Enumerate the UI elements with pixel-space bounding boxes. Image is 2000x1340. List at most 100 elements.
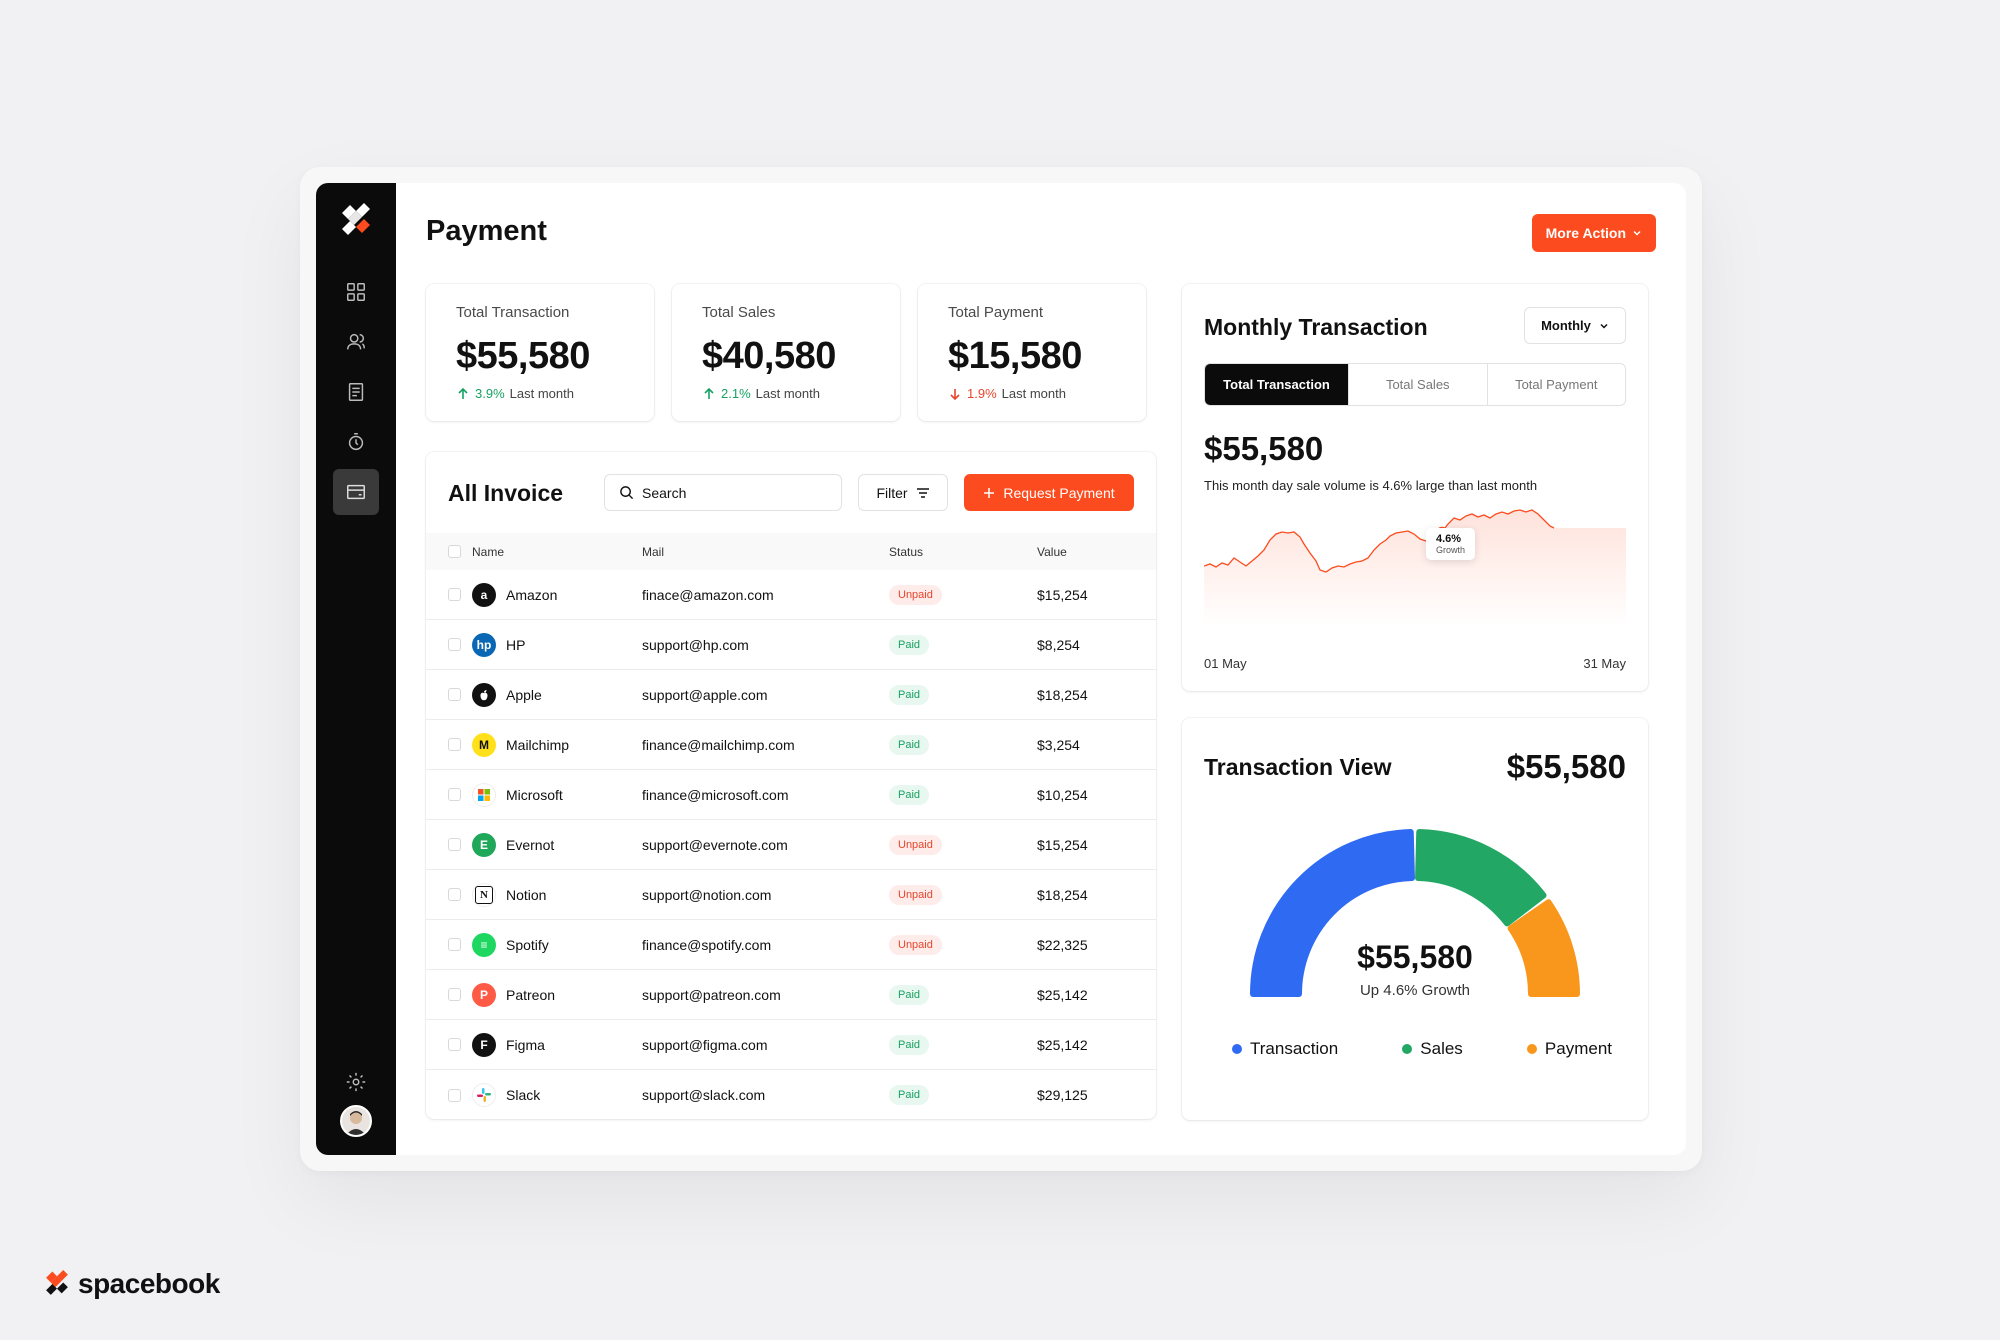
row-checkbox[interactable] [448, 838, 461, 851]
more-action-button[interactable]: More Action [1531, 214, 1656, 252]
company-cell: Slack [472, 1083, 642, 1107]
column-header-value[interactable]: Value [1037, 545, 1147, 559]
column-header-status[interactable]: Status [889, 545, 1037, 559]
legend-dot [1402, 1044, 1413, 1054]
mail-cell: support@hp.com [642, 636, 749, 653]
mailchimp-icon: M [472, 732, 496, 757]
stat-change-period: Last month [755, 386, 820, 401]
tab-total-transaction[interactable]: Total Transaction [1205, 364, 1349, 405]
filter-button[interactable]: Filter [858, 474, 948, 511]
spacebook-logo-icon [46, 1270, 68, 1295]
row-checkbox[interactable] [448, 1088, 461, 1102]
stat-label: Total Sales [702, 304, 776, 321]
tooltip-value: 4.6% [1436, 533, 1462, 545]
status-badge: Paid [889, 1085, 930, 1105]
tab-total-sales[interactable]: Total Sales [1349, 364, 1488, 405]
page-title: Payment [426, 215, 547, 247]
mail-cell: support@patreon.com [642, 986, 781, 1003]
settings-gear-icon[interactable] [345, 1071, 367, 1093]
status-badge: Unpaid [889, 584, 942, 605]
slack-icon [472, 1083, 496, 1107]
row-checkbox[interactable] [448, 888, 461, 901]
table-row[interactable]: E Evernot support@evernote.com Unpaid $15,25… [426, 820, 1156, 870]
table-row[interactable]: M Mailchimp finance@mailchimp.com Paid $3,25… [426, 720, 1156, 770]
legend-label: Transaction [1250, 1039, 1339, 1058]
transaction-view-card: Transaction View $55,580 $55,580 Up 4.6%… [1182, 718, 1648, 1120]
period-select[interactable]: Monthly [1524, 307, 1626, 344]
value-cell: $29,125 [1037, 1087, 1088, 1103]
mail-cell: finance@spotify.com [642, 936, 772, 953]
row-checkbox[interactable] [448, 988, 461, 1001]
mail-cell: finace@amazon.com [642, 586, 774, 603]
company-cell: E Evernot [472, 832, 642, 857]
status-badge: Unpaid [889, 934, 942, 955]
invoice-table: Name Mail Status Value a Amazon finace@ama… [426, 533, 1156, 1120]
stat-value: $55,580 [456, 335, 590, 377]
monthly-line-chart [1204, 509, 1626, 626]
request-payment-button[interactable]: Request Payment [964, 474, 1134, 511]
figma-icon: F [472, 1032, 496, 1057]
nav-payment[interactable] [333, 469, 379, 515]
row-checkbox[interactable] [448, 938, 461, 951]
company-name: Patreon [506, 986, 556, 1003]
gauge-segment-sales[interactable] [1415, 829, 1547, 927]
select-all-checkbox[interactable] [448, 545, 461, 558]
column-header-mail[interactable]: Mail [642, 545, 889, 559]
table-row[interactable]: Slack support@slack.com Paid $29,125 [426, 1070, 1156, 1120]
row-checkbox[interactable] [448, 588, 461, 601]
company-name: Mailchimp [506, 736, 570, 753]
more-action-label: More Action [1545, 225, 1626, 241]
transaction-view-title: Transaction View [1204, 754, 1392, 780]
table-row[interactable]: F Figma support@figma.com Paid $25,142 [426, 1020, 1156, 1070]
mail-cell: finance@microsoft.com [642, 786, 789, 803]
value-cell: $15,254 [1037, 586, 1088, 603]
table-header: Name Mail Status Value [426, 533, 1156, 570]
invoice-card: All Invoice Filter Request Payment Name … [426, 452, 1156, 1119]
company-name: Figma [506, 1036, 545, 1053]
nav-users[interactable] [333, 319, 379, 365]
search-box[interactable] [604, 474, 842, 511]
stat-change-period: Last month [509, 386, 574, 401]
company-cell: M Mailchimp [472, 732, 642, 757]
stat-change-period: Last month [1001, 386, 1066, 401]
row-checkbox[interactable] [448, 738, 461, 751]
company-name: Amazon [506, 586, 558, 603]
tab-total-payment[interactable]: Total Payment [1488, 364, 1626, 405]
column-header-name[interactable]: Name [472, 545, 642, 559]
microsoft-icon [472, 782, 496, 807]
row-checkbox[interactable] [448, 1038, 461, 1051]
table-row[interactable]: P Patreon support@patreon.com Paid $25,142 [426, 970, 1156, 1020]
search-input[interactable] [642, 484, 822, 501]
table-row[interactable]: Apple support@apple.com Paid $18,254 [426, 670, 1156, 720]
table-row[interactable]: N Notion support@notion.com Unpaid $18,254 [426, 870, 1156, 920]
status-badge: Paid [889, 734, 930, 755]
status-cell: Unpaid [889, 584, 1037, 605]
company-name: HP [506, 636, 526, 653]
app-logo[interactable] [338, 203, 374, 239]
status-cell: Paid [889, 734, 1037, 755]
table-row[interactable]: hp HP support@hp.com Paid $8,254 [426, 620, 1156, 670]
mail-cell: support@evernote.com [642, 836, 788, 853]
table-row[interactable]: a Amazon finace@amazon.com Unpaid $15,254 [426, 570, 1156, 620]
nav-timer[interactable] [333, 419, 379, 465]
company-cell: Microsoft [472, 782, 642, 807]
table-row[interactable]: ≡ Spotify finance@spotify.com Unpaid $22,325 [426, 920, 1156, 970]
spotify-icon: ≡ [472, 932, 496, 957]
arrow-up-icon [704, 387, 714, 399]
status-badge: Paid [889, 984, 930, 1005]
monthly-transaction-card: Monthly Transaction Monthly Total Transa… [1182, 284, 1648, 691]
company-cell: hp HP [472, 632, 642, 657]
nav-dashboard[interactable] [333, 269, 379, 315]
row-checkbox[interactable] [448, 638, 461, 651]
table-row[interactable]: Microsoft finance@microsoft.com Paid $10,25… [426, 770, 1156, 820]
row-checkbox[interactable] [448, 688, 461, 701]
row-checkbox[interactable] [448, 788, 461, 801]
company-name: Microsoft [506, 786, 563, 803]
monthly-description: This month day sale volume is 4.6% large… [1204, 478, 1538, 493]
value-cell: $10,254 [1037, 786, 1088, 803]
stat-label: Total Transaction [456, 304, 570, 321]
monthly-title: Monthly Transaction [1204, 314, 1428, 340]
status-badge: Unpaid [889, 834, 942, 855]
user-avatar[interactable] [340, 1105, 372, 1137]
nav-documents[interactable] [333, 369, 379, 415]
